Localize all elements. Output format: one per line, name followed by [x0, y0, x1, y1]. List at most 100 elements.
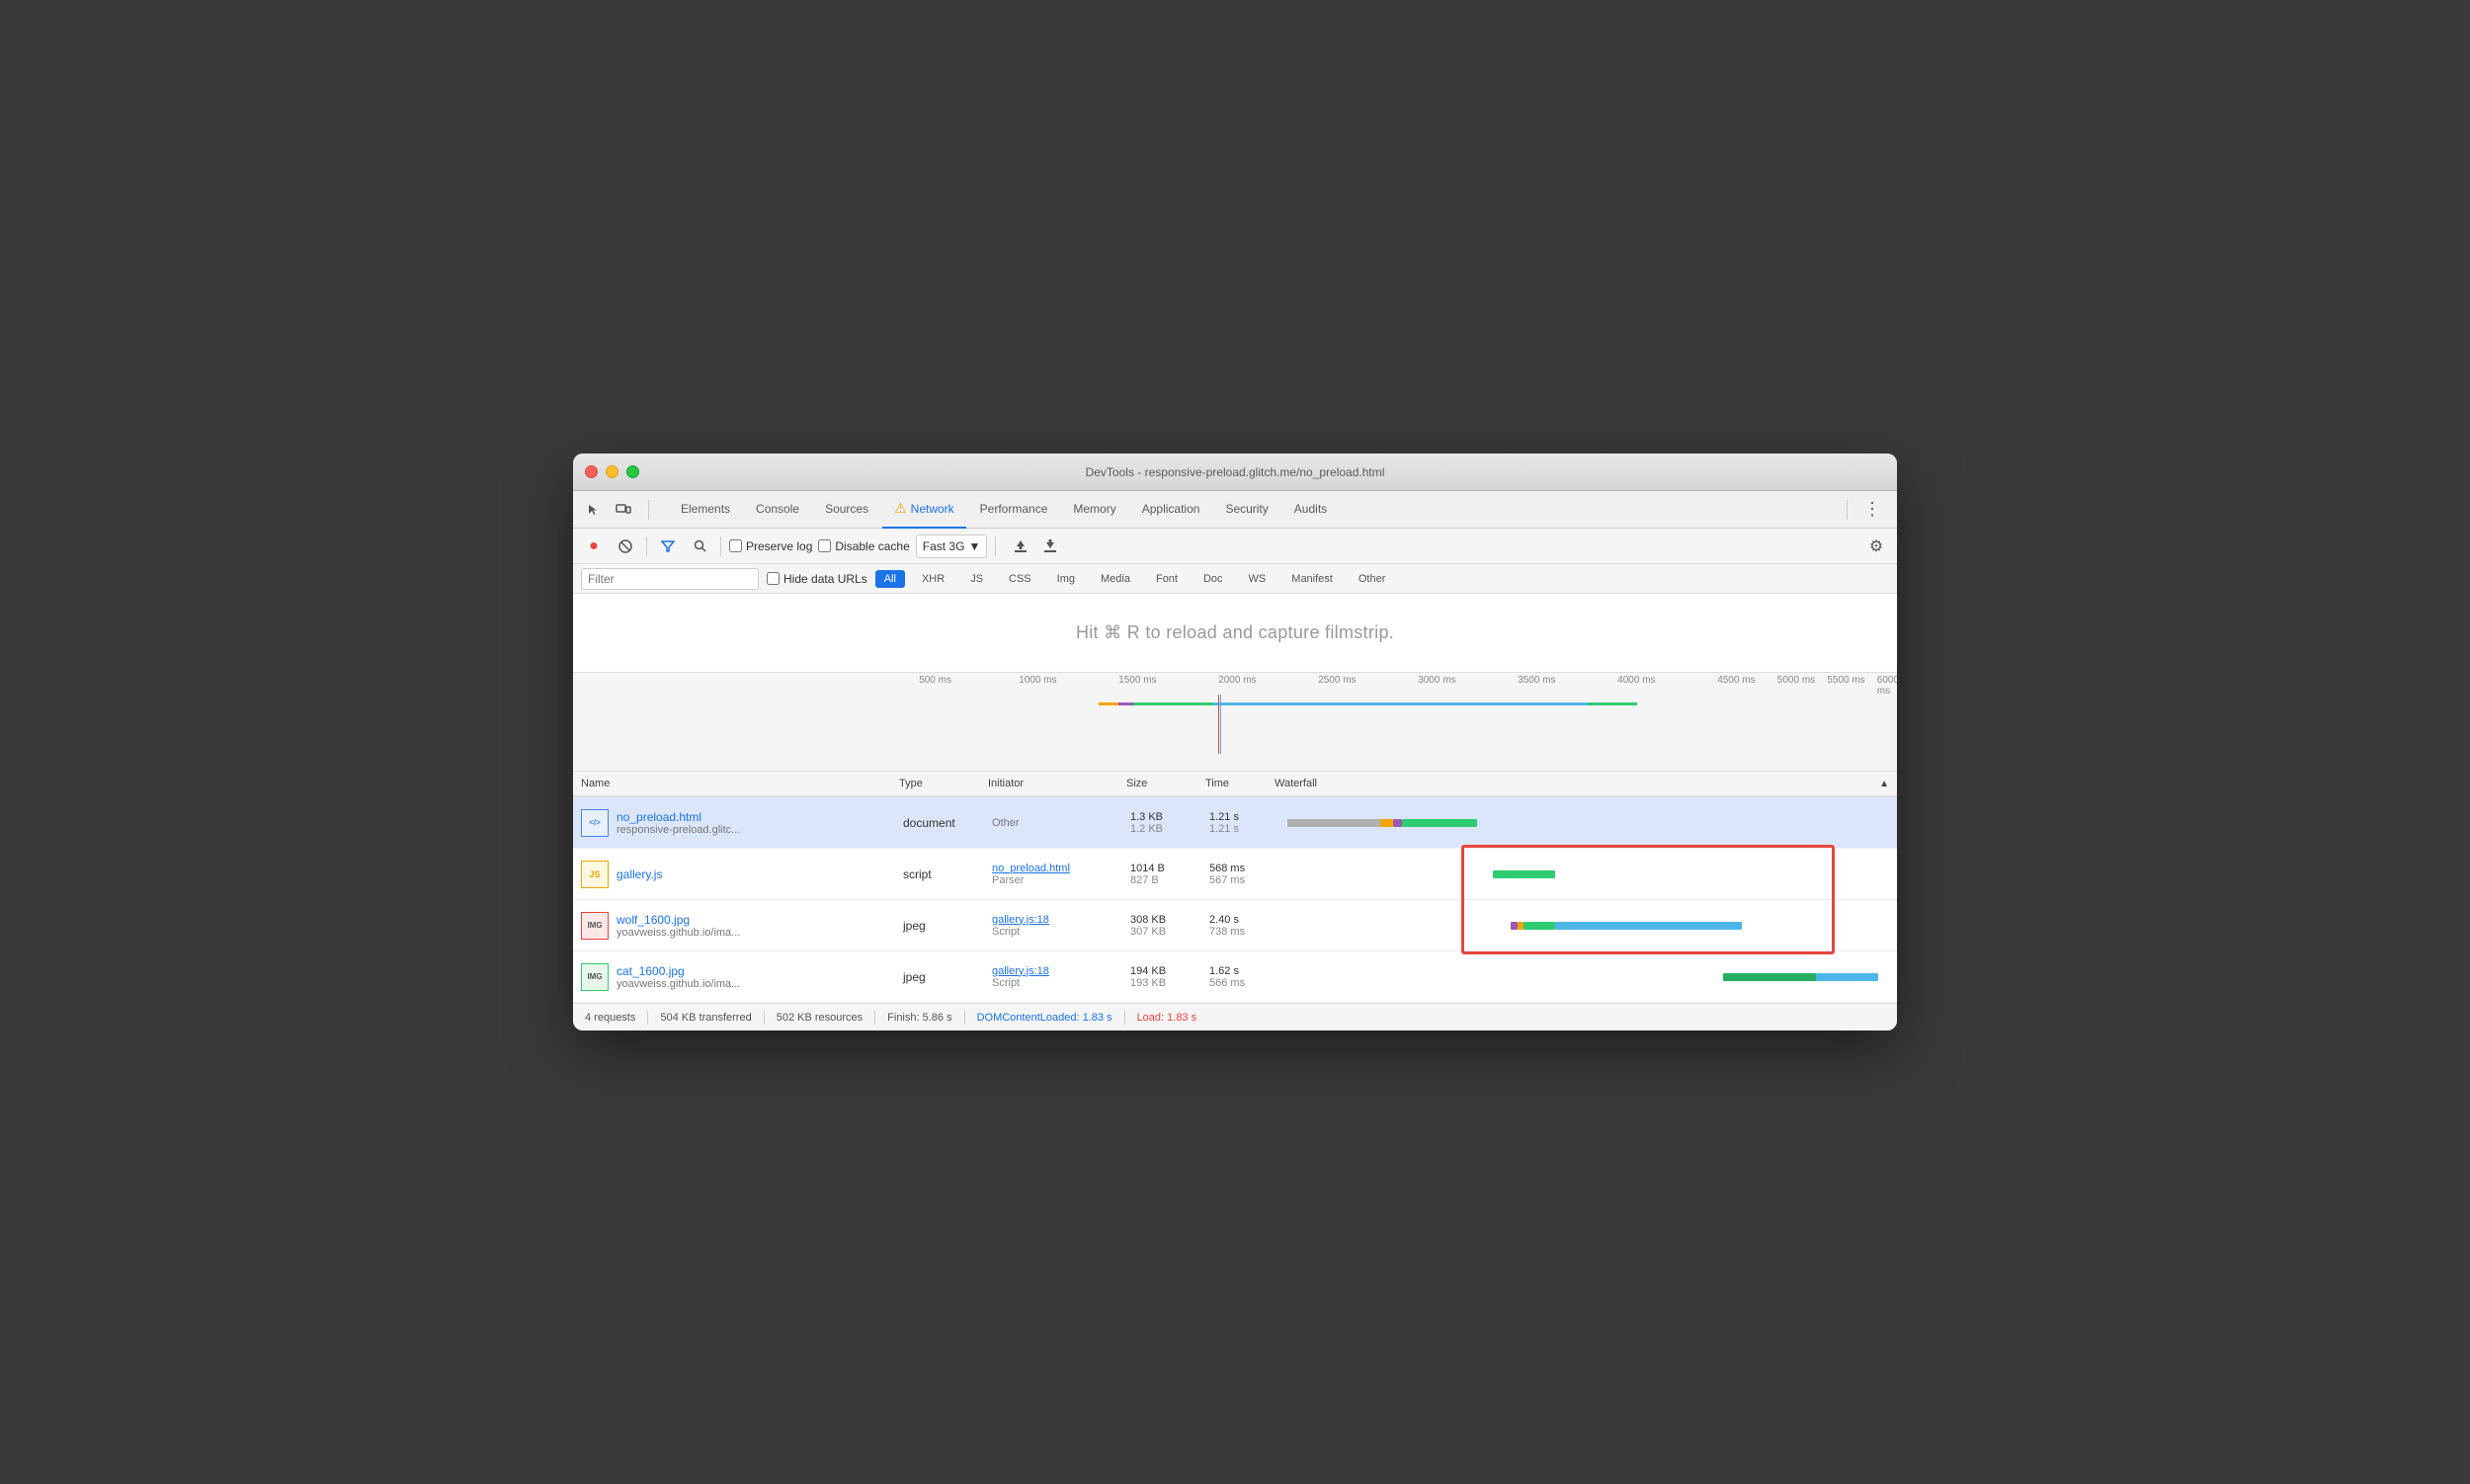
- tab-security[interactable]: Security: [1213, 491, 1279, 529]
- filter-doc-button[interactable]: Doc: [1194, 570, 1232, 588]
- filter-all-button[interactable]: All: [875, 570, 905, 588]
- preserve-log-checkbox[interactable]: Preserve log: [729, 539, 812, 553]
- table-row[interactable]: IMG wolf_1600.jpg yoavweiss.github.io/im…: [573, 900, 1897, 951]
- finish-time: Finish: 5.86 s: [887, 1012, 951, 1024]
- row-type-cell: jpeg: [899, 900, 988, 950]
- ruler-mark-2500: 2500 ms: [1318, 675, 1356, 686]
- timeline-bar-green-main: [1133, 702, 1213, 705]
- row-initiator-cell: gallery.js:18 Script: [988, 951, 1126, 1002]
- ruler-mark-1000: 1000 ms: [1019, 675, 1056, 686]
- dom-loaded-time: DOMContentLoaded: 1.83 s: [977, 1012, 1112, 1024]
- filter-ws-button[interactable]: WS: [1240, 570, 1276, 588]
- timeline-bar-blue: [1213, 702, 1593, 705]
- filename: no_preload.html: [617, 810, 740, 824]
- row-size-cell: 194 KB 193 KB: [1126, 951, 1205, 1002]
- filmstrip-message: Hit ⌘ R to reload and capture filmstrip.: [1076, 622, 1394, 643]
- header-type[interactable]: Type: [899, 778, 988, 789]
- filter-media-button[interactable]: Media: [1092, 570, 1139, 588]
- wf-bar-green-cat: [1723, 973, 1817, 981]
- filter-css-button[interactable]: CSS: [1000, 570, 1040, 588]
- warning-icon: ⚠: [894, 500, 907, 517]
- maximize-button[interactable]: [626, 465, 639, 478]
- timeline-bar-green2: [1588, 702, 1638, 705]
- tab-memory[interactable]: Memory: [1061, 491, 1127, 529]
- title-bar: DevTools - responsive-preload.glitch.me/…: [573, 453, 1897, 491]
- ruler-mark-4000: 4000 ms: [1617, 675, 1655, 686]
- timeline-bars: [899, 695, 1897, 754]
- tab-divider-right: [1847, 500, 1848, 520]
- row-waterfall-cell: [1275, 900, 1897, 950]
- row-name-cell: </> no_preload.html responsive-preload.g…: [573, 797, 899, 848]
- header-initiator[interactable]: Initiator: [988, 778, 1126, 789]
- tab-console[interactable]: Console: [744, 491, 811, 529]
- tab-network[interactable]: ⚠ Network: [882, 491, 966, 529]
- row-size-cell: 1.3 KB 1.2 KB: [1126, 797, 1205, 848]
- filmstrip-area: Hit ⌘ R to reload and capture filmstrip.: [573, 594, 1897, 673]
- wf-bar-blue-wolf: [1555, 922, 1742, 930]
- toolbar-separator-3: [995, 536, 996, 556]
- ruler-mark-4500: 4500 ms: [1717, 675, 1755, 686]
- tab-elements[interactable]: Elements: [669, 491, 742, 529]
- filter-icon[interactable]: [655, 534, 681, 559]
- row-initiator-cell: gallery.js:18 Script: [988, 900, 1126, 950]
- ruler-mark-2000: 2000 ms: [1218, 675, 1256, 686]
- filter-manifest-button[interactable]: Manifest: [1282, 570, 1342, 588]
- row-waterfall-cell: [1275, 797, 1897, 848]
- file-icon-html: </>: [581, 809, 609, 837]
- more-tabs-button[interactable]: ⋮: [1855, 499, 1889, 520]
- file-icon-img: IMG: [581, 912, 609, 940]
- devtools-panel: Elements Console Sources ⚠ Network Perfo…: [573, 491, 1897, 1031]
- filter-js-button[interactable]: JS: [961, 570, 992, 588]
- clear-button[interactable]: [613, 534, 638, 559]
- tab-application[interactable]: Application: [1130, 491, 1212, 529]
- tab-sources[interactable]: Sources: [813, 491, 880, 529]
- row-initiator-cell: no_preload.html Parser: [988, 849, 1126, 899]
- header-waterfall[interactable]: Waterfall ▲: [1275, 778, 1897, 789]
- sort-icon: ▲: [1879, 779, 1889, 789]
- tab-audits[interactable]: Audits: [1282, 491, 1339, 529]
- export-button[interactable]: [1037, 534, 1063, 559]
- search-button[interactable]: [687, 534, 712, 559]
- status-divider-5: [1124, 1011, 1125, 1025]
- record-button[interactable]: ●: [581, 534, 607, 559]
- requests-count: 4 requests: [585, 1012, 635, 1024]
- minimize-button[interactable]: [606, 465, 618, 478]
- ruler-mark-3000: 3000 ms: [1418, 675, 1455, 686]
- ruler-mark-1500: 1500 ms: [1118, 675, 1156, 686]
- device-toggle-icon[interactable]: [611, 497, 636, 523]
- transferred-size: 504 KB transferred: [660, 1012, 751, 1024]
- import-button[interactable]: [1008, 534, 1033, 559]
- table-row[interactable]: </> no_preload.html responsive-preload.g…: [573, 797, 1897, 849]
- table-row[interactable]: IMG cat_1600.jpg yoavweiss.github.io/ima…: [573, 951, 1897, 1003]
- ruler-mark-3500: 3500 ms: [1518, 675, 1555, 686]
- filter-font-button[interactable]: Font: [1147, 570, 1187, 588]
- ruler-mark-6000: 6000 ms: [1877, 675, 1897, 697]
- disable-cache-checkbox[interactable]: Disable cache: [818, 539, 909, 553]
- table-row[interactable]: JS gallery.js script no_preload.html Par…: [573, 849, 1897, 900]
- wf-bar-green: [1402, 819, 1477, 827]
- throttle-dropdown[interactable]: Fast 3G ▼: [916, 535, 988, 558]
- filter-xhr-button[interactable]: XHR: [913, 570, 953, 588]
- network-toolbar: ● Preserve log Disable cache Fast 3G: [573, 529, 1897, 564]
- ruler-marks-container: 500 ms 1000 ms 1500 ms 2000 ms 2500 ms 3…: [899, 673, 1897, 691]
- timeline-vline-red: [1218, 695, 1219, 754]
- settings-button[interactable]: ⚙: [1863, 534, 1889, 559]
- ruler-mark-500: 500 ms: [919, 675, 951, 686]
- row-type-cell: document: [899, 797, 988, 848]
- header-name[interactable]: Name: [573, 778, 899, 789]
- close-button[interactable]: [585, 465, 598, 478]
- header-size[interactable]: Size: [1126, 778, 1205, 789]
- filter-input[interactable]: [581, 568, 759, 590]
- status-divider-3: [874, 1011, 875, 1025]
- cursor-icon[interactable]: [581, 497, 607, 523]
- row-type-cell: jpeg: [899, 951, 988, 1002]
- filter-other-button[interactable]: Other: [1350, 570, 1395, 588]
- load-time: Load: 1.83 s: [1137, 1012, 1197, 1024]
- hide-data-urls-checkbox[interactable]: Hide data URLs: [767, 572, 867, 586]
- tab-performance[interactable]: Performance: [968, 491, 1060, 529]
- header-time[interactable]: Time: [1205, 778, 1275, 789]
- tab-divider-1: [648, 500, 649, 520]
- wf-bar-green-wolf: [1523, 922, 1555, 930]
- filter-img-button[interactable]: Img: [1048, 570, 1084, 588]
- traffic-lights: [585, 465, 639, 478]
